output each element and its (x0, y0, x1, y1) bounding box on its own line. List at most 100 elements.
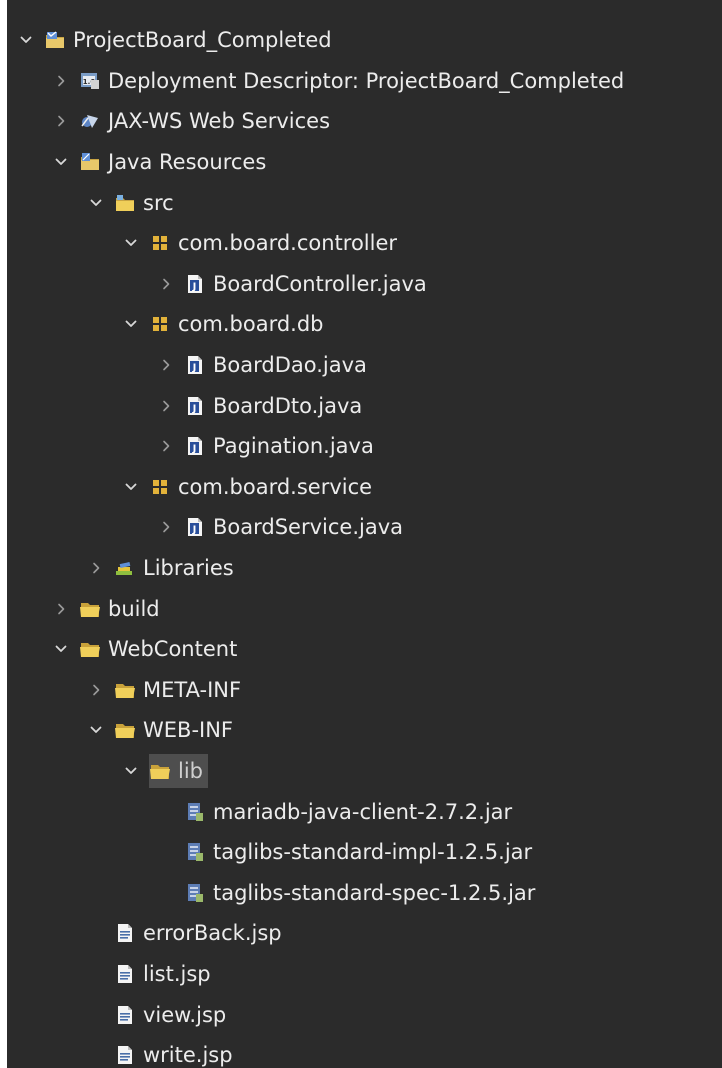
tree-item-content: com.board.service (149, 473, 375, 501)
chevron-right-icon[interactable] (49, 109, 73, 133)
tree-item-errorback-jsp[interactable]: errorBack.jsp (7, 913, 722, 954)
chevron-right-icon[interactable] (84, 556, 108, 580)
tree-item-meta-inf[interactable]: META-INF (7, 670, 722, 711)
tree-item-content: taglibs-standard-impl-1.2.5.jar (184, 838, 535, 866)
tree-item-src[interactable]: src (7, 182, 722, 223)
tree-item-com-board-db[interactable]: com.board.db (7, 304, 722, 345)
jar-icon (184, 801, 206, 823)
folder-icon (79, 638, 101, 660)
chevron-down-icon[interactable] (119, 759, 143, 783)
tree-item-content: WebContent (79, 635, 240, 663)
tree-item-libraries[interactable]: Libraries (7, 548, 722, 589)
chevron-right-icon[interactable] (154, 272, 178, 296)
chevron-right-icon[interactable] (154, 353, 178, 377)
tree-item-label: BoardService.java (213, 515, 404, 540)
tree-item-content: J BoardDao.java (184, 351, 370, 379)
svg-text:J: J (192, 444, 197, 455)
chevron-down-icon[interactable] (49, 150, 73, 174)
java-file-icon: J (184, 273, 206, 295)
chevron-down-icon[interactable] (119, 231, 143, 255)
tree-item-com-board-controller[interactable]: com.board.controller (7, 223, 722, 264)
tree-item-web-inf[interactable]: WEB-INF (7, 710, 722, 751)
tree-item-content: build (79, 595, 163, 623)
tree-item-label: WebContent (108, 637, 238, 662)
tree-item-label: lib (178, 758, 203, 783)
tree-item-label: ProjectBoard_Completed (73, 28, 332, 53)
tree-item-label: BoardController.java (213, 271, 427, 296)
tree-item-deployment-descriptor-projectboard-completed[interactable]: 1.0 Deployment Descriptor: ProjectBoard_C… (7, 61, 722, 102)
chevron-right-icon[interactable] (154, 434, 178, 458)
tree-item-label: com.board.controller (178, 231, 398, 256)
project-tree: ProjectBoard_Completed 1.0 Deployment Desc… (7, 20, 722, 1068)
chevron-down-icon[interactable] (84, 718, 108, 742)
chevron-right-icon[interactable] (49, 69, 73, 93)
web-services-icon (79, 110, 101, 132)
chevron-down-icon[interactable] (119, 312, 143, 336)
tree-item-content: mariadb-java-client-2.7.2.jar (184, 798, 515, 826)
tree-item-content: J BoardController.java (184, 270, 430, 298)
tree-item-pagination-java[interactable]: J Pagination.java (7, 426, 722, 467)
tree-item-label: Java Resources (108, 150, 267, 175)
chevron-down-icon[interactable] (119, 475, 143, 499)
tree-item-label: com.board.service (178, 474, 373, 499)
chevron-down-icon[interactable] (14, 28, 38, 52)
tree-item-label: errorBack.jsp (143, 921, 282, 946)
tree-item-mariadb-java-client-2-7-2-jar[interactable]: mariadb-java-client-2.7.2.jar (7, 791, 722, 832)
chevron-down-icon[interactable] (84, 191, 108, 215)
tree-item-view-jsp[interactable]: view.jsp (7, 994, 722, 1035)
tree-item-java-resources[interactable]: Java Resources (7, 142, 722, 183)
java-file-icon: J (184, 435, 206, 457)
tree-item-label: mariadb-java-client-2.7.2.jar (213, 799, 513, 824)
folder-icon (114, 679, 136, 701)
tree-item-boarddao-java[interactable]: J BoardDao.java (7, 345, 722, 386)
tree-item-content: ProjectBoard_Completed (44, 26, 335, 54)
tree-item-content: list.jsp (114, 960, 214, 988)
jar-icon (184, 841, 206, 863)
chevron-right-icon[interactable] (84, 678, 108, 702)
tree-item-taglibs-standard-spec-1-2-5-jar[interactable]: taglibs-standard-spec-1.2.5.jar (7, 872, 722, 913)
java-file-icon: J (184, 395, 206, 417)
tree-item-com-board-service[interactable]: com.board.service (7, 467, 722, 508)
tree-item-webcontent[interactable]: WebContent (7, 629, 722, 670)
tree-item-boardcontroller-java[interactable]: J BoardController.java (7, 264, 722, 305)
chevron-right-icon[interactable] (154, 394, 178, 418)
deployment-descriptor-icon: 1.0 (79, 70, 101, 92)
jsp-file-icon (114, 963, 136, 985)
tree-item-boarddto-java[interactable]: J BoardDto.java (7, 385, 722, 426)
tree-item-content: JAX-WS Web Services (79, 107, 333, 135)
tree-item-label: Libraries (143, 556, 234, 581)
tree-item-jax-ws-web-services[interactable]: JAX-WS Web Services (7, 101, 722, 142)
package-icon (149, 232, 171, 254)
folder-icon (79, 598, 101, 620)
tree-item-label: view.jsp (143, 1002, 227, 1027)
tree-item-content: view.jsp (114, 1001, 229, 1029)
tree-item-taglibs-standard-impl-1-2-5-jar[interactable]: taglibs-standard-impl-1.2.5.jar (7, 832, 722, 873)
tree-item-label: taglibs-standard-spec-1.2.5.jar (213, 880, 536, 905)
chevron-down-icon[interactable] (49, 637, 73, 661)
tree-item-content: write.jsp (114, 1041, 236, 1068)
tree-item-label: build (108, 596, 160, 621)
tree-item-content: J BoardDto.java (184, 392, 365, 420)
svg-text:J: J (192, 363, 197, 374)
tree-item-list-jsp[interactable]: list.jsp (7, 954, 722, 995)
chevron-right-icon[interactable] (49, 597, 73, 621)
package-icon (149, 476, 171, 498)
chevron-right-icon[interactable] (154, 515, 178, 539)
tree-item-write-jsp[interactable]: write.jsp (7, 1035, 722, 1068)
java-resources-icon (79, 151, 101, 173)
package-icon (149, 313, 171, 335)
tree-item-build[interactable]: build (7, 588, 722, 629)
tree-item-boardservice-java[interactable]: J BoardService.java (7, 507, 722, 548)
tree-item-projectboard-completed[interactable]: ProjectBoard_Completed (7, 20, 722, 61)
jar-icon (184, 882, 206, 904)
jsp-file-icon (114, 922, 136, 944)
tree-item-label: list.jsp (143, 961, 211, 986)
tree-item-lib[interactable]: lib (7, 751, 722, 792)
java-file-icon: J (184, 354, 206, 376)
